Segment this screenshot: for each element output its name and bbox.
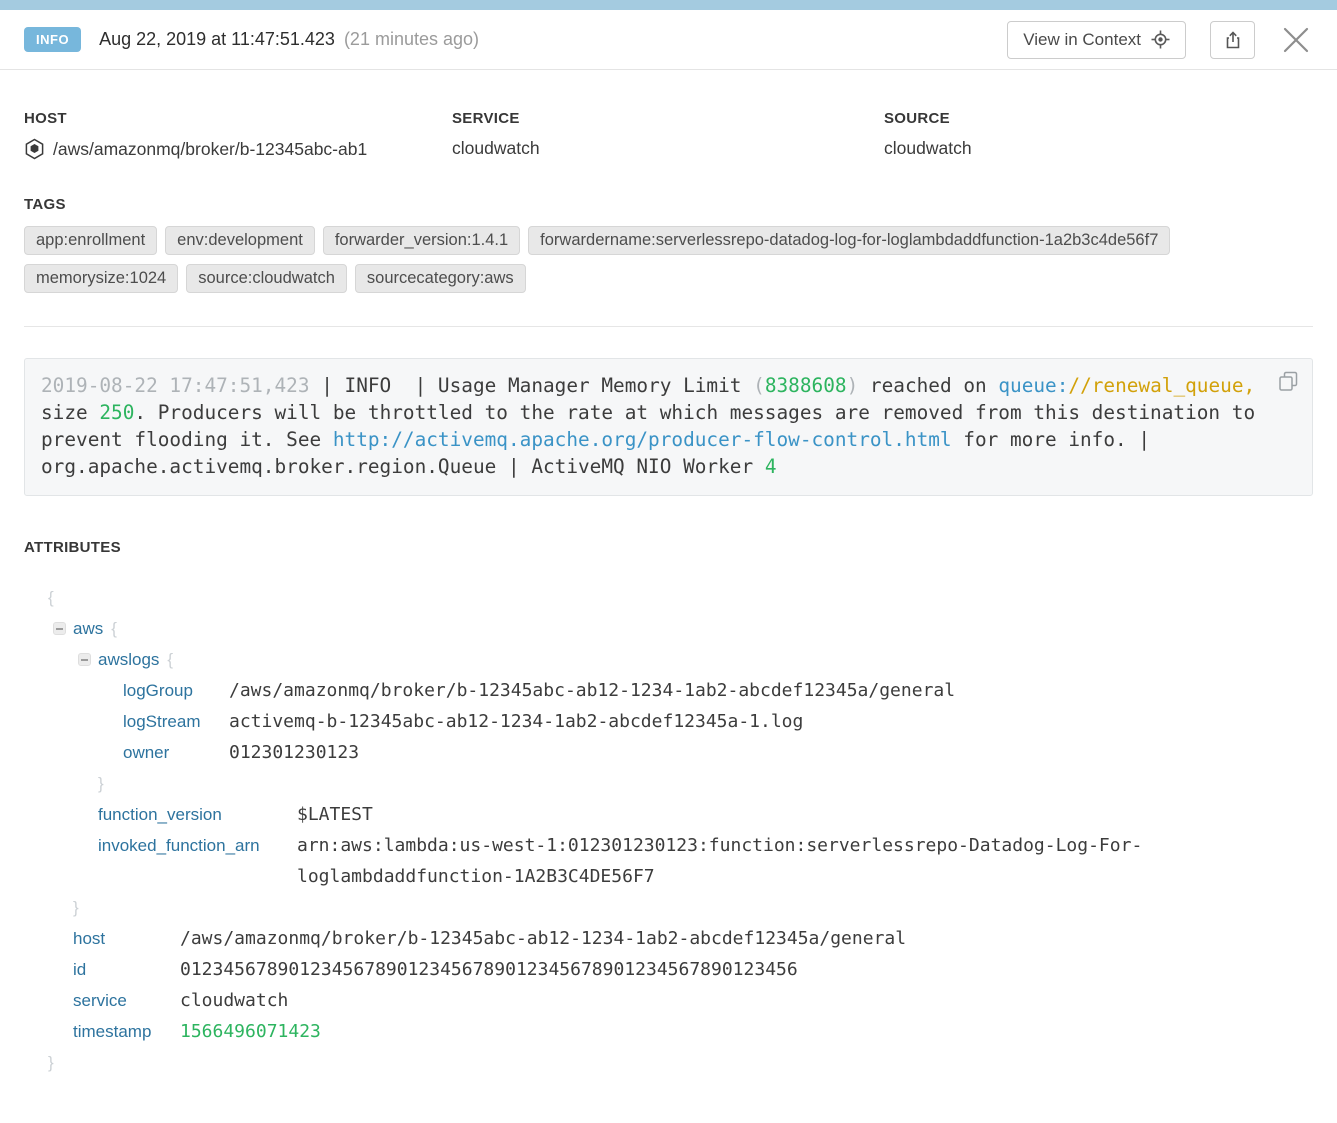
message-segment: 4	[765, 455, 777, 478]
meta-row: HOST /aws/amazonmq/broker/b-12345abc-ab1…	[24, 110, 1313, 160]
tags-label: TAGS	[24, 196, 1313, 213]
attribute-value: 0123456789012345678901234567890123456789…	[180, 954, 798, 985]
export-icon	[1223, 30, 1243, 50]
log-detail-header: INFO Aug 22, 2019 at 11:47:51.423 (21 mi…	[0, 10, 1337, 70]
tag-pill[interactable]: forwarder_version:1.4.1	[323, 226, 520, 255]
message-segment: | INFO | Usage Manager Memory Limit	[310, 374, 754, 397]
attribute-key[interactable]: logStream	[123, 706, 229, 737]
service-label: SERVICE	[452, 110, 884, 127]
status-badge: INFO	[24, 27, 81, 52]
message-segment: 8388608	[765, 374, 847, 397]
section-divider	[24, 326, 1313, 327]
attribute-value: 1566496071423	[180, 1016, 321, 1047]
message-segment: (	[753, 374, 765, 397]
service-value: cloudwatch	[452, 138, 540, 159]
tags-section: TAGS app:enrollment env:development forwar…	[24, 196, 1313, 293]
relative-time: (21 minutes ago)	[344, 29, 479, 50]
attribute-key[interactable]: owner	[123, 737, 229, 768]
attribute-key[interactable]: function_version	[98, 799, 297, 830]
attribute-row: {	[24, 582, 1313, 613]
attribute-row: awslogs {	[24, 644, 1313, 675]
json-brace: }	[73, 892, 79, 923]
attribute-row: function_version$LATEST	[24, 799, 1313, 830]
target-icon	[1151, 30, 1170, 49]
attribute-row: logStreamactivemq-b-12345abc-ab12-1234-1…	[24, 706, 1313, 737]
top-accent-bar	[0, 0, 1337, 10]
attribute-key[interactable]: aws	[73, 613, 103, 644]
attribute-row: host/aws/amazonmq/broker/b-12345abc-ab12…	[24, 923, 1313, 954]
attribute-key[interactable]: logGroup	[123, 675, 229, 706]
attribute-key[interactable]: service	[73, 985, 180, 1016]
attribute-value: cloudwatch	[180, 985, 288, 1016]
message-segment: )	[847, 374, 859, 397]
attributes-label: ATTRIBUTES	[24, 539, 1313, 556]
tag-pill[interactable]: env:development	[165, 226, 315, 255]
attribute-key[interactable]: id	[73, 954, 180, 985]
close-icon	[1281, 25, 1311, 55]
attribute-row: servicecloudwatch	[24, 985, 1313, 1016]
attribute-key[interactable]: host	[73, 923, 180, 954]
minus-box-icon[interactable]	[53, 622, 66, 635]
attribute-key[interactable]: timestamp	[73, 1016, 180, 1047]
copy-icon	[1277, 370, 1300, 393]
share-button[interactable]	[1210, 21, 1255, 59]
view-in-context-label: View in Context	[1023, 30, 1141, 50]
attribute-row: }	[24, 1047, 1313, 1078]
log-detail-body: HOST /aws/amazonmq/broker/b-12345abc-ab1…	[0, 110, 1337, 1078]
attribute-value: /aws/amazonmq/broker/b-12345abc-ab12-123…	[180, 923, 906, 954]
attribute-value: activemq-b-12345abc-ab12-1234-1ab2-abcde…	[229, 706, 803, 737]
attribute-value: 012301230123	[229, 737, 359, 768]
message-segment: reached on	[858, 374, 998, 397]
message-segment: http://activemq.apache.org/producer-flow…	[333, 428, 952, 451]
log-message-text: 2019-08-22 17:47:51,423 | INFO | Usage M…	[41, 372, 1296, 480]
attribute-value: $LATEST	[297, 799, 373, 830]
tag-pill[interactable]: memorysize:1024	[24, 264, 178, 293]
json-brace: }	[48, 1047, 54, 1078]
json-brace: {	[111, 613, 117, 644]
tags-list: app:enrollment env:development forwarder_v…	[24, 226, 1264, 293]
attribute-value: arn:aws:lambda:us-west-1:012301230123:fu…	[297, 830, 1157, 892]
tag-pill[interactable]: forwardername:serverlessrepo-datadog-log…	[528, 226, 1170, 255]
header-actions: View in Context	[1007, 21, 1313, 59]
json-brace: {	[48, 582, 54, 613]
attribute-row: timestamp1566496071423	[24, 1016, 1313, 1047]
host-value: /aws/amazonmq/broker/b-12345abc-ab1	[53, 139, 367, 160]
host-section: HOST /aws/amazonmq/broker/b-12345abc-ab1	[24, 110, 452, 160]
message-segment: queue:	[998, 374, 1068, 397]
minus-box-icon[interactable]	[78, 653, 91, 666]
service-section: SERVICE cloudwatch	[452, 110, 884, 160]
attribute-value: /aws/amazonmq/broker/b-12345abc-ab12-123…	[229, 675, 955, 706]
attribute-row: invoked_function_arnarn:aws:lambda:us-we…	[24, 830, 1313, 892]
log-message-box: 2019-08-22 17:47:51,423 | INFO | Usage M…	[24, 358, 1313, 496]
attribute-row: aws {	[24, 613, 1313, 644]
attribute-row: logGroup/aws/amazonmq/broker/b-12345abc-…	[24, 675, 1313, 706]
message-segment: 250	[99, 401, 134, 424]
attribute-key[interactable]: awslogs	[98, 644, 159, 675]
hexagon-icon	[24, 138, 45, 160]
attributes-section: ATTRIBUTES {aws{awslogs{logGroup/aws/ama…	[24, 539, 1313, 1078]
tag-pill[interactable]: source:cloudwatch	[186, 264, 347, 293]
tag-pill[interactable]: app:enrollment	[24, 226, 157, 255]
attribute-key[interactable]: invoked_function_arn	[98, 830, 297, 861]
tag-pill[interactable]: sourcecategory:aws	[355, 264, 526, 293]
attributes-tree: {aws{awslogs{logGroup/aws/amazonmq/broke…	[24, 582, 1313, 1078]
json-brace: {	[167, 644, 173, 675]
attribute-row: owner012301230123	[24, 737, 1313, 768]
attribute-row: id01234567890123456789012345678901234567…	[24, 954, 1313, 985]
host-label: HOST	[24, 110, 452, 127]
attribute-row: }	[24, 768, 1313, 799]
json-brace: }	[98, 768, 104, 799]
source-label: SOURCE	[884, 110, 1313, 127]
close-button[interactable]	[1279, 23, 1313, 57]
message-segment: 2019-08-22 17:47:51,423	[41, 374, 310, 397]
source-section: SOURCE cloudwatch	[884, 110, 1313, 160]
attribute-row: }	[24, 892, 1313, 923]
view-in-context-button[interactable]: View in Context	[1007, 21, 1186, 59]
source-value: cloudwatch	[884, 138, 972, 159]
message-segment: //renewal_queue,	[1068, 374, 1255, 397]
event-timestamp: Aug 22, 2019 at 11:47:51.423	[99, 29, 335, 50]
copy-button[interactable]	[1277, 370, 1300, 393]
